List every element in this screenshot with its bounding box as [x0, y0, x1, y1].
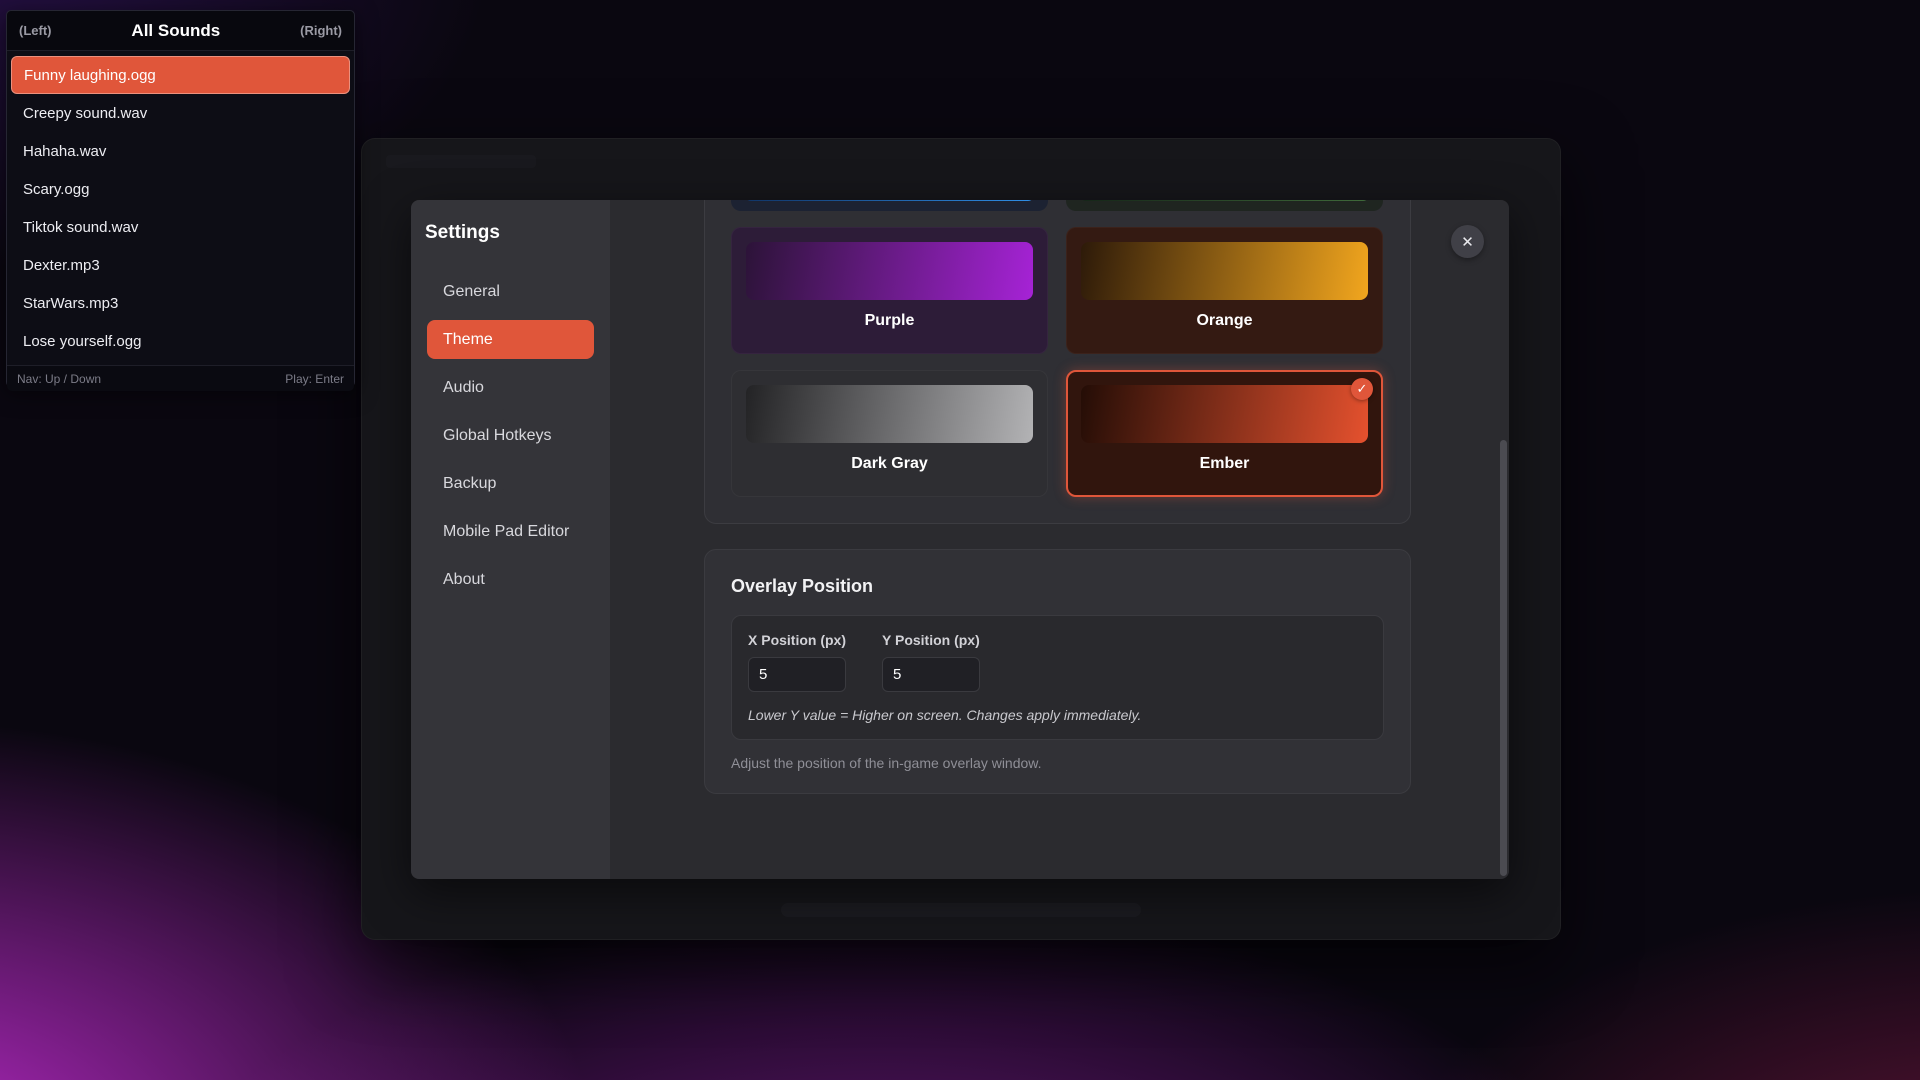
- overlay-position-form: X Position (px) Y Position (px) Lower Y …: [731, 615, 1384, 740]
- sound-list-item[interactable]: StarWars.mp3: [11, 284, 350, 322]
- sound-list-item[interactable]: Funny laughing.ogg: [11, 56, 350, 94]
- x-position-field: X Position (px): [748, 632, 846, 692]
- settings-title: Settings: [411, 222, 610, 244]
- theme-swatch: [746, 385, 1033, 443]
- theme-selection-section: Purple Orange Dark Gray ✓: [704, 200, 1411, 524]
- sound-list-item[interactable]: Dexter.mp3: [11, 246, 350, 284]
- x-position-input[interactable]: [748, 657, 846, 692]
- nav-item-theme[interactable]: Theme: [427, 320, 594, 359]
- theme-card-dark-gray[interactable]: Dark Gray: [731, 370, 1048, 497]
- sound-panel-header: (Left) All Sounds (Right): [7, 11, 354, 51]
- theme-card-label: Ember: [1200, 455, 1250, 473]
- sound-list-item[interactable]: Hahaha.wav: [11, 132, 350, 170]
- theme-card-partial[interactable]: [1066, 200, 1383, 211]
- sound-list-panel: (Left) All Sounds (Right) Funny laughing…: [6, 10, 355, 387]
- content-scrollbar[interactable]: [1500, 440, 1507, 876]
- theme-swatch: [1080, 200, 1369, 201]
- nav-item-backup[interactable]: Backup: [427, 464, 594, 503]
- dimmed-app-content: [781, 903, 1141, 917]
- nav-hint-text: Nav: Up / Down: [17, 372, 101, 386]
- y-position-label: Y Position (px): [882, 632, 980, 648]
- theme-swatch: [745, 200, 1034, 201]
- theme-grid: Purple Orange Dark Gray ✓: [731, 227, 1384, 497]
- overlay-position-title: Overlay Position: [731, 576, 1384, 597]
- theme-card-label: Purple: [865, 312, 915, 330]
- overlay-position-section: Overlay Position X Position (px) Y Posit…: [704, 549, 1411, 794]
- sound-list-item[interactable]: Lose yourself.ogg: [11, 322, 350, 360]
- theme-swatch: [1081, 242, 1368, 300]
- nav-item-about[interactable]: About: [427, 560, 594, 599]
- theme-card-label: Dark Gray: [851, 455, 928, 473]
- settings-sidebar: Settings General Theme Audio Global Hotk…: [411, 200, 610, 879]
- nav-item-global-hotkeys[interactable]: Global Hotkeys: [427, 416, 594, 455]
- theme-swatch: [1081, 385, 1368, 443]
- nav-item-audio[interactable]: Audio: [427, 368, 594, 407]
- sound-list-item[interactable]: Tiktok sound.wav: [11, 208, 350, 246]
- sound-panel-footer: Nav: Up / Down Play: Enter: [7, 365, 354, 391]
- settings-nav: General Theme Audio Global Hotkeys Backu…: [411, 272, 610, 608]
- theme-card-purple[interactable]: Purple: [731, 227, 1048, 354]
- right-arrow-hint: (Right): [300, 23, 342, 38]
- theme-swatch: [746, 242, 1033, 300]
- sound-panel-title: All Sounds: [131, 21, 220, 41]
- selected-check-badge: ✓: [1351, 378, 1373, 400]
- position-fields: X Position (px) Y Position (px): [748, 632, 1367, 692]
- y-position-field: Y Position (px): [882, 632, 980, 692]
- theme-card-ember-selected[interactable]: ✓ Ember: [1066, 370, 1383, 497]
- theme-row-partial: [731, 200, 1384, 227]
- theme-card-orange[interactable]: Orange: [1066, 227, 1383, 354]
- x-position-label: X Position (px): [748, 632, 846, 648]
- close-button[interactable]: ✕: [1451, 225, 1484, 258]
- left-arrow-hint: (Left): [19, 23, 52, 38]
- sound-list-item[interactable]: Scary.ogg: [11, 170, 350, 208]
- position-note: Lower Y value = Higher on screen. Change…: [748, 707, 1367, 723]
- check-icon: ✓: [1357, 381, 1368, 397]
- desktop-wallpaper: (Left) All Sounds (Right) Funny laughing…: [0, 0, 1920, 1080]
- dimmed-app-content: [386, 155, 536, 168]
- close-icon: ✕: [1461, 233, 1474, 251]
- theme-card-label: Orange: [1196, 312, 1252, 330]
- overlay-section-caption: Adjust the position of the in-game overl…: [731, 755, 1384, 771]
- sound-list-item[interactable]: Creepy sound.wav: [11, 94, 350, 132]
- nav-item-mobile-pad-editor[interactable]: Mobile Pad Editor: [427, 512, 594, 551]
- sound-list: Funny laughing.ogg Creepy sound.wav Haha…: [7, 51, 354, 365]
- play-hint-text: Play: Enter: [285, 372, 344, 386]
- y-position-input[interactable]: [882, 657, 980, 692]
- settings-modal: Settings General Theme Audio Global Hotk…: [411, 200, 1509, 879]
- theme-card-partial[interactable]: [731, 200, 1048, 211]
- settings-content: ✕ Purple: [610, 200, 1509, 879]
- nav-item-general[interactable]: General: [427, 272, 594, 311]
